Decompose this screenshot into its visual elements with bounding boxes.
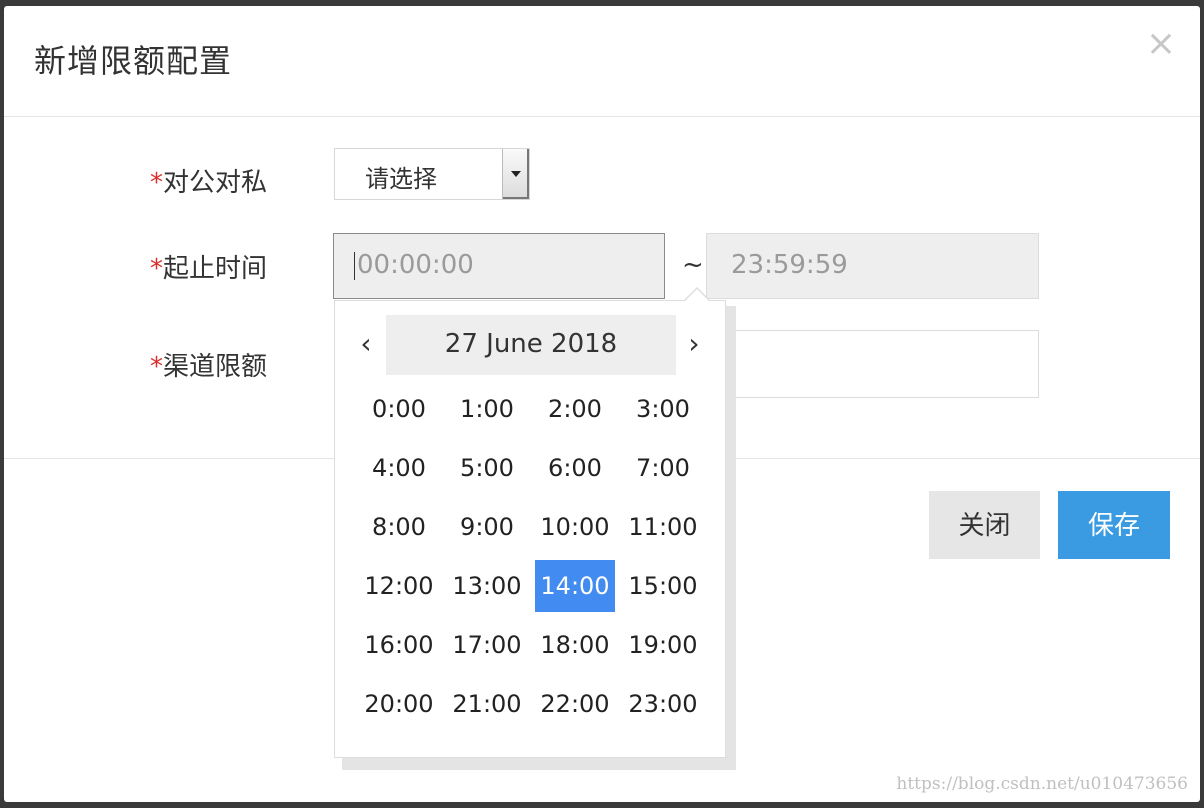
hour-option[interactable]: 3:00: [623, 383, 703, 435]
watermark: https://blog.csdn.net/u010473656: [896, 774, 1188, 794]
hour-option[interactable]: 7:00: [623, 442, 703, 494]
hour-option[interactable]: 8:00: [359, 501, 439, 553]
hour-option[interactable]: 15:00: [623, 560, 703, 612]
caret-down-icon[interactable]: [502, 149, 529, 199]
hour-option[interactable]: 11:00: [623, 501, 703, 553]
hour-option[interactable]: 13:00: [447, 560, 527, 612]
business-type-label: *对公对私: [150, 162, 267, 199]
channel-limit-label: *渠道限额: [150, 346, 267, 383]
hour-option[interactable]: 22:00: [535, 678, 615, 730]
close-icon[interactable]: ×: [1146, 24, 1176, 64]
business-type-selected: 请选择: [365, 165, 437, 193]
hour-option[interactable]: 12:00: [359, 560, 439, 612]
hour-option[interactable]: 17:00: [447, 619, 527, 671]
save-button[interactable]: 保存: [1058, 491, 1170, 559]
hour-option[interactable]: 1:00: [447, 383, 527, 435]
hour-option[interactable]: 20:00: [359, 678, 439, 730]
time-range-label-text: 起止时间: [163, 254, 268, 284]
required-mark: *: [150, 168, 163, 198]
business-type-label-text: 对公对私: [163, 168, 268, 198]
chevron-right-icon[interactable]: ›: [679, 327, 709, 360]
business-type-select[interactable]: 请选择: [334, 148, 530, 200]
required-mark: *: [150, 254, 163, 284]
hour-option[interactable]: 18:00: [535, 619, 615, 671]
dialog-header: 新增限额配置 ×: [4, 6, 1200, 117]
required-mark: *: [150, 352, 163, 382]
hour-option[interactable]: 9:00: [447, 501, 527, 553]
channel-limit-input[interactable]: [706, 330, 1039, 398]
hour-option[interactable]: 5:00: [447, 442, 527, 494]
hour-option[interactable]: 4:00: [359, 442, 439, 494]
picker-notch: [685, 289, 709, 301]
hour-option[interactable]: 14:00: [535, 560, 615, 612]
hour-option[interactable]: 19:00: [623, 619, 703, 671]
end-time-placeholder: 23:59:59: [731, 250, 848, 280]
dialog-title: 新增限额配置: [34, 42, 233, 80]
end-time-input[interactable]: 23:59:59: [706, 233, 1039, 299]
hour-option[interactable]: 23:00: [623, 678, 703, 730]
range-separator: ~: [682, 250, 704, 280]
channel-limit-label-text: 渠道限额: [163, 352, 268, 382]
hour-option[interactable]: 6:00: [535, 442, 615, 494]
hour-option[interactable]: 2:00: [535, 383, 615, 435]
chevron-left-icon[interactable]: ‹: [351, 327, 381, 360]
hour-option[interactable]: 21:00: [447, 678, 527, 730]
hour-picker: ‹ 27 June 2018 › 0:00 1:00 2:00 3:00 4:00 5:0…: [334, 300, 726, 758]
start-time-input[interactable]: 00:00:00: [333, 233, 665, 299]
close-button[interactable]: 关闭: [929, 491, 1040, 559]
time-range-label: *起止时间: [150, 248, 267, 285]
hour-option[interactable]: 16:00: [359, 619, 439, 671]
picker-date-title[interactable]: 27 June 2018: [386, 315, 676, 375]
start-time-placeholder: 00:00:00: [357, 250, 474, 280]
hour-option[interactable]: 10:00: [535, 501, 615, 553]
text-cursor: [354, 251, 355, 280]
hour-option[interactable]: 0:00: [359, 383, 439, 435]
